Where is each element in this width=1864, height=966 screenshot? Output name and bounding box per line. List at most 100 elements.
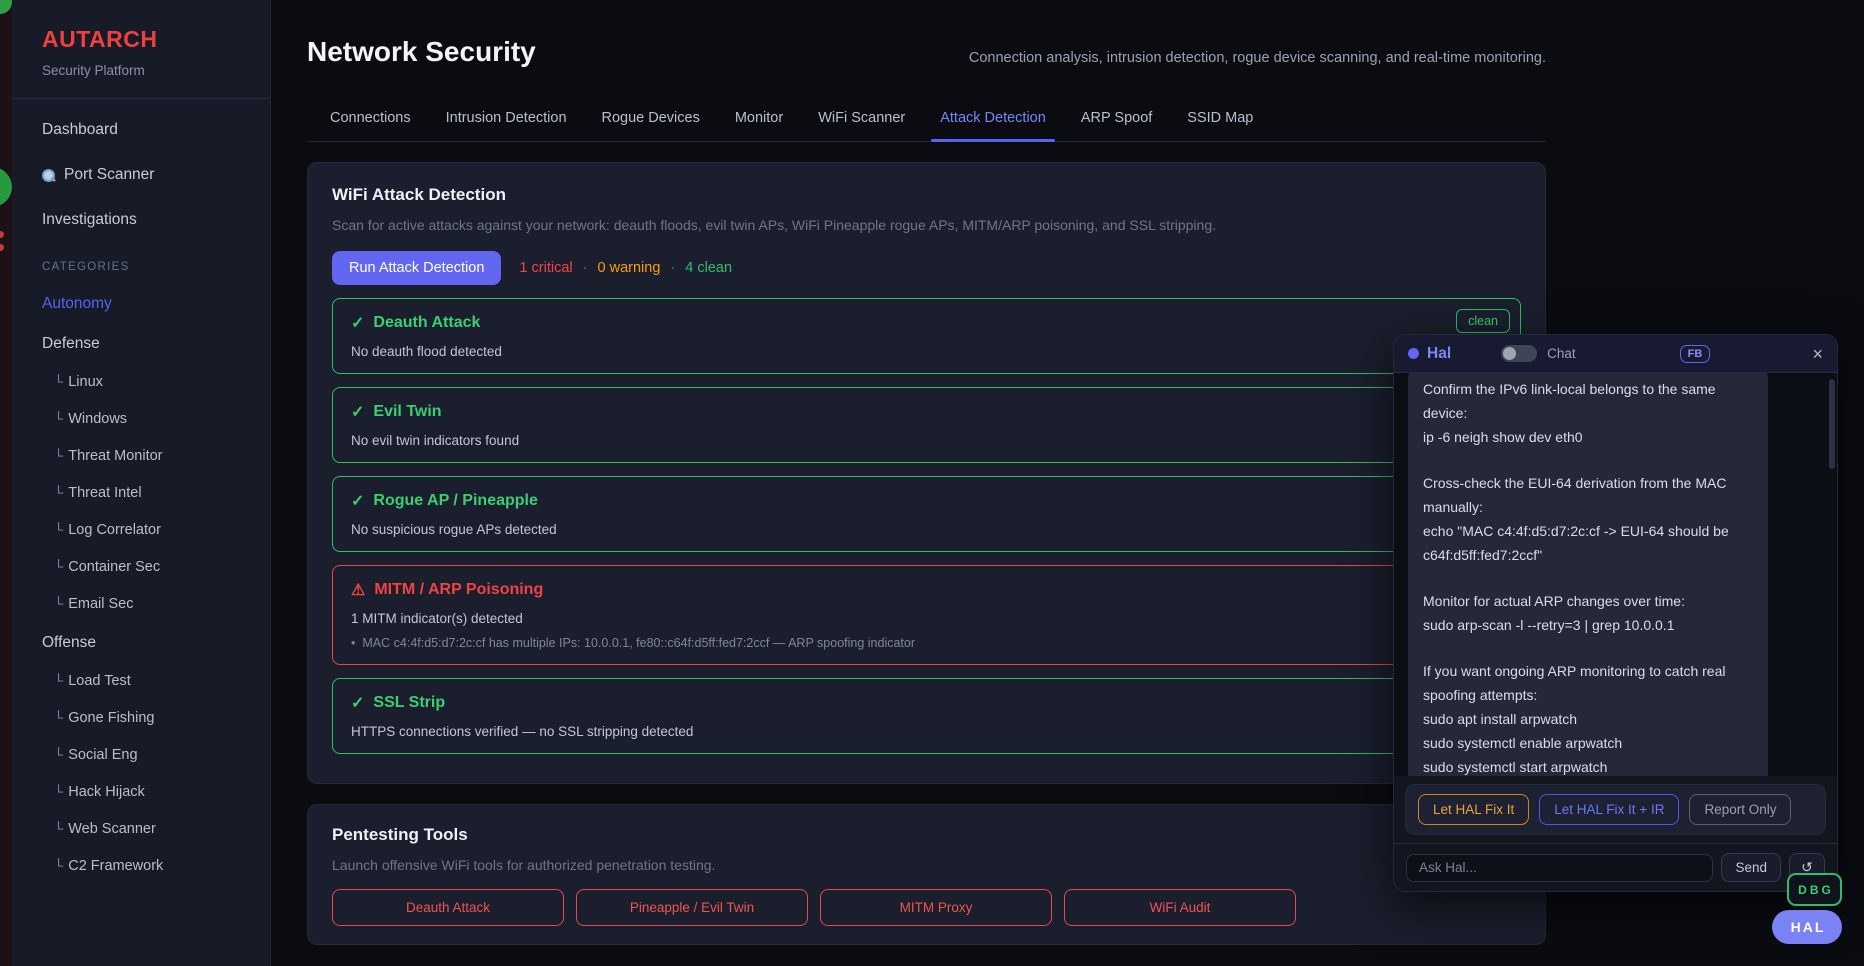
sidebar-item-label: C2 Framework <box>68 858 163 874</box>
sidebar-item-load-test[interactable]: └Load Test <box>54 673 270 689</box>
deauth-attack-button[interactable]: Deauth Attack <box>332 889 564 926</box>
check-icon: ✓ <box>351 491 364 511</box>
tab-ssid-map[interactable]: SSID Map <box>1187 110 1253 141</box>
result-title: ✓ Evil Twin <box>351 402 1502 422</box>
sidebar-item-label: Threat Monitor <box>68 448 162 464</box>
report-only-button[interactable]: Report Only <box>1689 794 1791 825</box>
tree-branch-icon: └ <box>54 411 63 426</box>
message-line <box>1423 567 1753 589</box>
tab-monitor[interactable]: Monitor <box>735 110 783 141</box>
sidebar-item-container-sec[interactable]: └Container Sec <box>54 559 270 575</box>
sidebar-item-dashboard[interactable]: Dashboard <box>42 121 270 139</box>
mode-toggle[interactable] <box>1501 345 1537 362</box>
ask-hal-input[interactable] <box>1406 854 1713 882</box>
sidebar-item-autonomy[interactable]: Autonomy <box>42 295 270 313</box>
page-description: Connection analysis, intrusion detection… <box>969 50 1546 66</box>
let-hal-fix-it-ir-button[interactable]: Let HAL Fix It + IR <box>1539 794 1679 825</box>
hal-message-area: Confirm the IPv6 link-local belongs to t… <box>1394 373 1837 776</box>
message-line: sudo arp-scan -l --retry=3 | grep 10.0.0… <box>1423 613 1753 637</box>
chat-scrollbar[interactable] <box>1829 379 1835 770</box>
mode-label: Chat <box>1547 346 1576 361</box>
close-icon[interactable]: × <box>1812 345 1823 363</box>
strip-dot-green-top <box>0 0 12 14</box>
sidebar-item-gone-fishing[interactable]: └Gone Fishing <box>54 710 270 726</box>
scan-summary: 1 critical · 0 warning · 4 clean <box>519 260 732 276</box>
tab-connections[interactable]: Connections <box>330 110 411 141</box>
brand-tagline: Security Platform <box>42 63 270 78</box>
fb-badge[interactable]: FB <box>1680 345 1711 363</box>
sidebar-item-port-scanner[interactable]: Port Scanner <box>42 166 270 184</box>
page-title: Network Security <box>307 36 536 68</box>
hal-input-row: Send ↺ <box>1394 843 1837 891</box>
sidebar-item-label: Gone Fishing <box>68 710 154 726</box>
sidebar-nav: Dashboard Port Scanner Investigations <box>42 121 270 229</box>
sidebar-item-linux[interactable]: └Linux <box>54 374 270 390</box>
check-icon: ✓ <box>351 402 364 422</box>
result-card-rogue-ap: ✓ Rogue AP / Pineapple No suspicious rog… <box>332 476 1521 552</box>
sidebar-item-investigations[interactable]: Investigations <box>42 211 270 229</box>
result-detail: No evil twin indicators found <box>351 433 1502 448</box>
sidebar-item-email-sec[interactable]: └Email Sec <box>54 596 270 612</box>
message-line: sudo systemctl start arpwatch <box>1423 755 1753 776</box>
sidebar-item-label: Log Correlator <box>68 522 161 538</box>
tab-attack-detection[interactable]: Attack Detection <box>940 110 1046 141</box>
send-button[interactable]: Send <box>1721 853 1781 882</box>
sidebar-item-windows[interactable]: └Windows <box>54 411 270 427</box>
result-detail: No suspicious rogue APs detected <box>351 522 1502 537</box>
sidebar-item-label: Linux <box>68 374 103 390</box>
let-hal-fix-it-button[interactable]: Let HAL Fix It <box>1418 794 1529 825</box>
result-card-ssl-strip: ✓ SSL Strip HTTPS connections verified —… <box>332 678 1521 754</box>
tab-rogue-devices[interactable]: Rogue Devices <box>602 110 700 141</box>
debug-badge[interactable]: DBG <box>1787 873 1842 906</box>
sidebar-item-label: Web Scanner <box>68 821 156 837</box>
result-title: ✓ Deauth Attack <box>351 313 1502 333</box>
wifi-attack-detection-panel: WiFi Attack Detection Scan for active at… <box>307 162 1546 784</box>
sidebar-item-defense[interactable]: Defense <box>42 335 270 353</box>
wifi-audit-button[interactable]: WiFi Audit <box>1064 889 1296 926</box>
pentesting-tools-panel: Pentesting Tools Launch offensive WiFi t… <box>307 804 1546 945</box>
tree-branch-icon: └ <box>54 747 63 762</box>
toggle-knob <box>1503 347 1516 360</box>
sidebar-item-social-eng[interactable]: └Social Eng <box>54 747 270 763</box>
pineapple-evil-twin-button[interactable]: Pineapple / Evil Twin <box>576 889 808 926</box>
sidebar-item-threat-intel[interactable]: └Threat Intel <box>54 485 270 501</box>
scrollbar-thumb[interactable] <box>1829 379 1835 469</box>
tab-intrusion-detection[interactable]: Intrusion Detection <box>446 110 567 141</box>
sidebar-item-label: Threat Intel <box>68 485 141 501</box>
mitm-proxy-button[interactable]: MITM Proxy <box>820 889 1052 926</box>
hal-title: Hal <box>1427 345 1451 363</box>
panel-description: Scan for active attacks against your net… <box>332 217 1521 233</box>
tab-wifi-scanner[interactable]: WiFi Scanner <box>818 110 905 141</box>
sidebar-item-threat-monitor[interactable]: └Threat Monitor <box>54 448 270 464</box>
assistant-message-bubble: Confirm the IPv6 link-local belongs to t… <box>1408 373 1768 776</box>
sidebar-item-c2-framework[interactable]: └C2 Framework <box>54 858 270 874</box>
tree-branch-icon: └ <box>54 673 63 688</box>
result-card-evil-twin: ✓ Evil Twin No evil twin indicators foun… <box>332 387 1521 463</box>
result-detail: HTTPS connections verified — no SSL stri… <box>351 724 1502 739</box>
message-line: sudo systemctl enable arpwatch <box>1423 731 1753 755</box>
result-card-deauth-attack: ✓ Deauth Attack No deauth flood detected… <box>332 298 1521 374</box>
result-title-text: Rogue AP / Pineapple <box>373 492 537 510</box>
sidebar-item-label: Hack Hijack <box>68 784 145 800</box>
run-attack-detection-button[interactable]: Run Attack Detection <box>332 251 501 285</box>
tab-bar: Connections Intrusion Detection Rogue De… <box>307 110 1546 142</box>
panel-description: Launch offensive WiFi tools for authoriz… <box>332 857 1521 873</box>
sidebar: AUTARCH Security Platform Dashboard Port… <box>12 0 271 966</box>
message-line: If you want ongoing ARP monitoring to ca… <box>1423 659 1753 707</box>
brand-logo: AUTARCH <box>42 26 270 53</box>
summary-separator: · <box>583 260 588 276</box>
tab-arp-spoof[interactable]: ARP Spoof <box>1081 110 1152 141</box>
sidebar-item-web-scanner[interactable]: └Web Scanner <box>54 821 270 837</box>
sidebar-item-log-correlator[interactable]: └Log Correlator <box>54 522 270 538</box>
panel-title: WiFi Attack Detection <box>332 185 1521 205</box>
hal-header: Hal Chat FB × <box>1394 335 1837 373</box>
message-line <box>1423 637 1753 659</box>
sidebar-item-offense[interactable]: Offense <box>42 634 270 652</box>
strip-dot-red-2 <box>0 244 4 251</box>
hal-launcher-button[interactable]: HAL <box>1772 910 1842 944</box>
message-line: Cross-check the EUI-64 derivation from t… <box>1423 471 1753 519</box>
result-title-text: Evil Twin <box>373 403 441 421</box>
message-line <box>1423 449 1753 471</box>
tree-branch-icon: └ <box>54 596 63 611</box>
sidebar-item-hack-hijack[interactable]: └Hack Hijack <box>54 784 270 800</box>
